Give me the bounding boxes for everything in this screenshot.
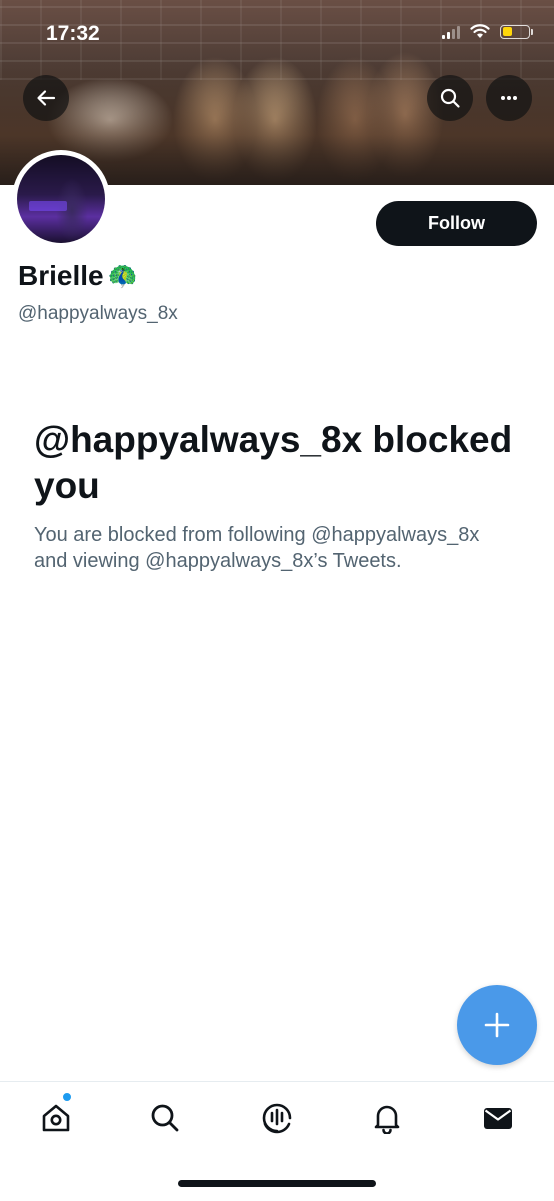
home-icon — [42, 1104, 70, 1132]
follow-button[interactable]: Follow — [376, 201, 537, 246]
more-button[interactable] — [486, 75, 532, 121]
search-button[interactable] — [427, 75, 473, 121]
nav-home[interactable] — [36, 1098, 76, 1138]
nav-notifications[interactable] — [367, 1098, 407, 1138]
battery-icon — [500, 24, 533, 39]
avatar-image — [17, 155, 105, 243]
wifi-icon — [470, 24, 490, 38]
profile-handle: @happyalways_8x — [18, 303, 178, 324]
peacock-emoji: 🦚 — [107, 262, 138, 290]
nav-messages[interactable] — [478, 1098, 518, 1138]
back-button[interactable] — [23, 75, 69, 121]
avatar[interactable] — [12, 150, 110, 248]
display-name: Brielle 🦚 — [18, 260, 138, 292]
plus-icon — [484, 1012, 510, 1038]
nav-search[interactable] — [145, 1098, 185, 1138]
spaces-icon — [262, 1103, 292, 1134]
search-icon — [151, 1104, 179, 1132]
nav-spaces[interactable] — [257, 1098, 297, 1138]
cellular-signal-icon — [442, 25, 460, 39]
blocked-description: You are blocked from following @happyalw… — [34, 524, 480, 572]
envelope-icon — [484, 1108, 512, 1129]
status-time: 17:32 — [46, 22, 100, 45]
arrow-left-icon — [37, 90, 56, 106]
compose-tweet-button[interactable] — [457, 985, 537, 1065]
home-notification-dot — [62, 1092, 72, 1102]
home-indicator[interactable] — [178, 1180, 376, 1187]
display-name-text: Brielle — [18, 260, 104, 291]
more-dots-icon — [501, 96, 517, 100]
search-icon — [440, 88, 460, 108]
status-icons — [442, 24, 533, 39]
blocked-title: @happyalways_8x blocked you — [34, 419, 513, 506]
bell-icon — [374, 1105, 400, 1134]
